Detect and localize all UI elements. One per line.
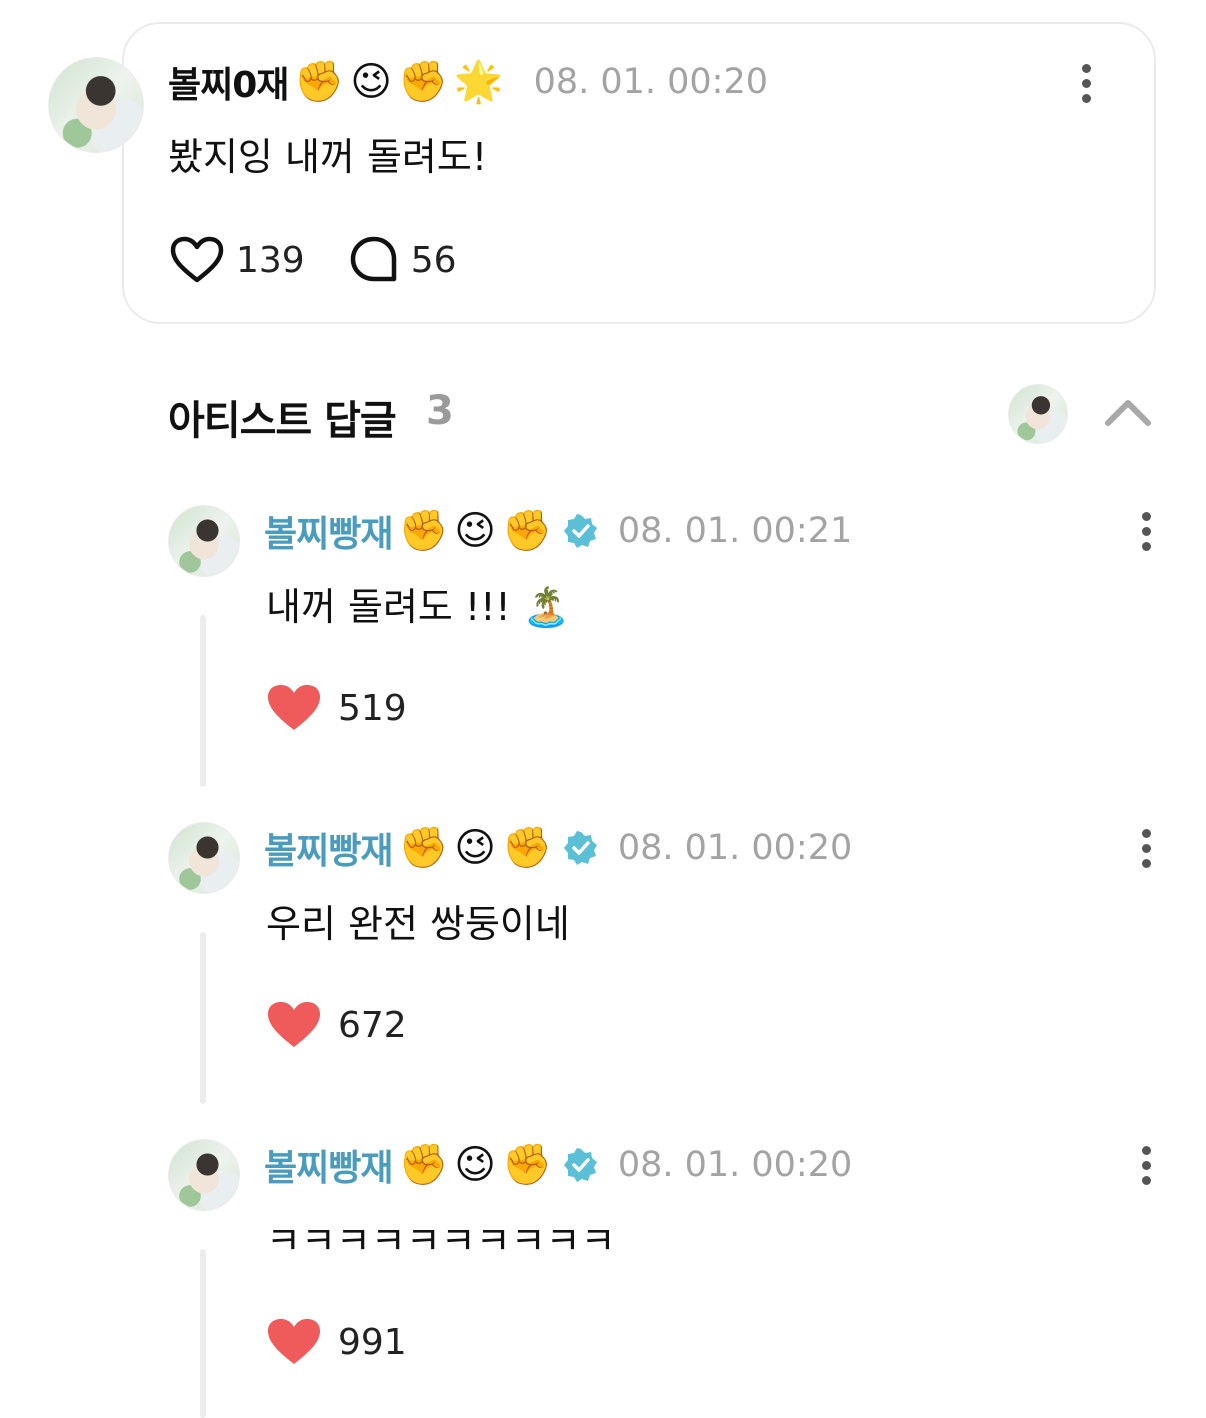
- artist-replies-count: 3: [426, 388, 454, 434]
- reply-likes: 519: [266, 680, 407, 736]
- wink-emoji: 😉: [350, 59, 392, 105]
- reply-like-count: 991: [338, 1321, 407, 1363]
- reply-more-menu-icon[interactable]: [1140, 829, 1152, 868]
- fist-emoji: ✊: [398, 825, 449, 871]
- reply-header: 볼찌빵재 ✊ 😉 ✊ 08. 01. 00:20: [264, 820, 852, 876]
- artist-replies-avatar: [1008, 384, 1068, 444]
- post-author-avatar[interactable]: [48, 57, 144, 153]
- fist-emoji: ✊: [502, 1142, 552, 1188]
- fist-emoji: ✊: [397, 59, 448, 105]
- reply-author-avatar[interactable]: [168, 1139, 240, 1211]
- reply-likes: 672: [266, 997, 407, 1053]
- reply-text: 내꺼 돌려도 !!! 🏝️: [266, 585, 571, 629]
- chevron-up-icon[interactable]: [1102, 393, 1154, 429]
- fist-emoji: ✊: [398, 508, 449, 554]
- thread-line: [200, 932, 206, 1104]
- verified-badge-icon: [563, 514, 597, 548]
- fist-emoji: ✊: [294, 59, 345, 105]
- reply-timestamp: 08. 01. 00:21: [617, 511, 853, 551]
- verified-badge-icon: [563, 1148, 597, 1182]
- reply-timestamp: 08. 01. 00:20: [617, 828, 853, 868]
- artist-replies-title: 아티스트 답글: [168, 398, 397, 444]
- thread-line: [200, 615, 206, 787]
- post-header: 볼찌0재 ✊ 😉 ✊ 🌟 08. 01. 00:20: [168, 55, 768, 109]
- reply-header: 볼찌빵재 ✊ 😉 ✊ 08. 01. 00:21: [264, 503, 852, 559]
- reply-author-avatar[interactable]: [168, 822, 240, 894]
- star-emoji: 🌟: [453, 59, 504, 105]
- comment-bubble-icon[interactable]: [349, 235, 399, 285]
- reply-author-name[interactable]: 볼찌빵재: [264, 1139, 393, 1191]
- fist-emoji: ✊: [502, 508, 552, 554]
- post-timestamp: 08. 01. 00:20: [533, 62, 769, 102]
- post-like-count: 139: [236, 239, 305, 281]
- post-actions: 139 56: [170, 232, 501, 288]
- heart-filled-icon[interactable]: [266, 1317, 322, 1367]
- reply-more-menu-icon[interactable]: [1140, 512, 1152, 551]
- reply-like-count: 519: [338, 687, 407, 729]
- heart-filled-icon[interactable]: [266, 1000, 322, 1050]
- wink-emoji: 😉: [454, 825, 496, 871]
- post-comment-count: 56: [410, 239, 457, 281]
- reply-text: 우리 완전 쌍둥이네: [266, 902, 570, 946]
- reply-author-name[interactable]: 볼찌빵재: [264, 505, 393, 557]
- heart-outline-icon[interactable]: [170, 236, 224, 284]
- fist-emoji: ✊: [398, 1142, 449, 1188]
- wink-emoji: 😉: [454, 508, 496, 554]
- verified-badge-icon: [563, 831, 597, 865]
- post-more-menu-icon[interactable]: [1080, 64, 1092, 103]
- post-text: 봤지잉 내꺼 돌려도!: [168, 135, 488, 179]
- heart-filled-icon[interactable]: [266, 683, 322, 733]
- fist-emoji: ✊: [502, 825, 552, 871]
- reply-likes: 991: [266, 1314, 407, 1370]
- reply-author-avatar[interactable]: [168, 505, 240, 577]
- reply-like-count: 672: [338, 1004, 407, 1046]
- post-author-name[interactable]: 볼찌0재: [168, 56, 289, 108]
- reply-header: 볼찌빵재 ✊ 😉 ✊ 08. 01. 00:20: [264, 1137, 852, 1193]
- wink-emoji: 😉: [454, 1142, 496, 1188]
- reply-text: ㅋㅋㅋㅋㅋㅋㅋㅋㅋㅋ: [266, 1219, 616, 1263]
- thread-line: [200, 1249, 206, 1418]
- reply-more-menu-icon[interactable]: [1140, 1146, 1152, 1185]
- reply-author-name[interactable]: 볼찌빵재: [264, 822, 393, 874]
- reply-timestamp: 08. 01. 00:20: [617, 1145, 853, 1185]
